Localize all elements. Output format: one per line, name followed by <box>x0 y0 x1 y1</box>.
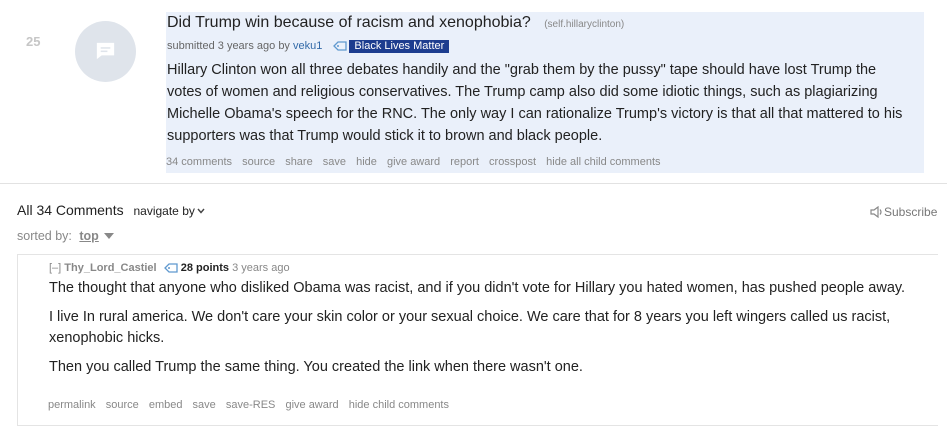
post-domain[interactable]: (self.hillaryclinton) <box>544 19 624 30</box>
subscribe-button[interactable]: Subscribe <box>870 205 937 219</box>
sort-dropdown[interactable]: top <box>75 229 114 243</box>
comment-tagline: [–] Thy_Lord_Castiel 28 points 3 years a… <box>49 262 290 274</box>
source-link[interactable]: source <box>242 156 275 168</box>
tag-icon <box>333 41 348 51</box>
navigate-by-label: navigate by <box>133 204 195 218</box>
speaker-icon <box>870 205 882 219</box>
comment-paragraph: Then you called Trump the same thing. Yo… <box>49 359 583 375</box>
sort-bar: sorted by: top <box>17 229 115 243</box>
by-label: by <box>278 40 290 52</box>
sort-value: top <box>79 229 99 243</box>
comment-give-award-link[interactable]: give award <box>285 399 338 411</box>
comments-heading: All 34 Comments navigate by <box>17 202 205 218</box>
comments-count-title: All 34 Comments <box>17 202 124 218</box>
post-selftext: Hillary Clinton won all three debates ha… <box>167 62 903 144</box>
post-title[interactable]: Did Trump win because of racism and xeno… <box>167 14 531 31</box>
crosspost-link[interactable]: crosspost <box>489 156 536 168</box>
comment-body: The thought that anyone who disliked Oba… <box>49 278 929 386</box>
post-flair: Black Lives Matter <box>349 40 450 53</box>
navigate-by-dropdown[interactable]: navigate by <box>133 204 205 218</box>
give-award-link[interactable]: give award <box>387 156 440 168</box>
comment-paragraph: The thought that anyone who disliked Oba… <box>49 280 906 296</box>
comment-paragraph: I live In rural america. We don't care y… <box>49 309 891 346</box>
hide-child-comments-link[interactable]: hide child comments <box>349 399 449 411</box>
sorted-by-label: sorted by: <box>17 229 72 243</box>
comment-author[interactable]: Thy_Lord_Castiel <box>64 262 156 274</box>
save-link[interactable]: save <box>323 156 346 168</box>
submitted-label: submitted <box>167 40 215 52</box>
comment-save-link[interactable]: save <box>193 399 216 411</box>
tag-icon <box>163 263 178 273</box>
post-buttons: 34 comments source share save hide give … <box>166 156 668 168</box>
permalink-link[interactable]: permalink <box>48 399 96 411</box>
embed-link[interactable]: embed <box>149 399 183 411</box>
post-tagline: submitted 3 years ago by veku1 Black Liv… <box>167 40 450 53</box>
post-entry: Did Trump win because of racism and xeno… <box>166 12 924 173</box>
comment-source-link[interactable]: source <box>106 399 139 411</box>
comment: [–] Thy_Lord_Castiel 28 points 3 years a… <box>17 254 938 426</box>
save-res-link[interactable]: save-RES <box>226 399 276 411</box>
post-author[interactable]: veku1 <box>293 40 322 52</box>
section-divider <box>0 183 947 184</box>
share-link[interactable]: share <box>285 156 313 168</box>
collapse-toggle[interactable]: [–] <box>49 262 61 274</box>
caret-down-icon <box>103 233 114 239</box>
post-time: 3 years ago <box>217 40 276 52</box>
report-link[interactable]: report <box>450 156 479 168</box>
comment-buttons: permalink source embed save save-RES giv… <box>48 399 456 411</box>
comment-points: 28 points <box>180 262 230 274</box>
hide-link[interactable]: hide <box>356 156 377 168</box>
comment-time: 3 years ago <box>232 262 290 274</box>
comments-link[interactable]: 34 comments <box>166 156 232 168</box>
chevron-down-icon <box>197 208 205 214</box>
post-score: 25 <box>26 34 41 49</box>
chat-bubble-icon <box>96 42 115 60</box>
hide-all-child-comments-link[interactable]: hide all child comments <box>546 156 660 168</box>
post-thumbnail[interactable] <box>75 21 136 82</box>
subscribe-label: Subscribe <box>884 205 938 219</box>
